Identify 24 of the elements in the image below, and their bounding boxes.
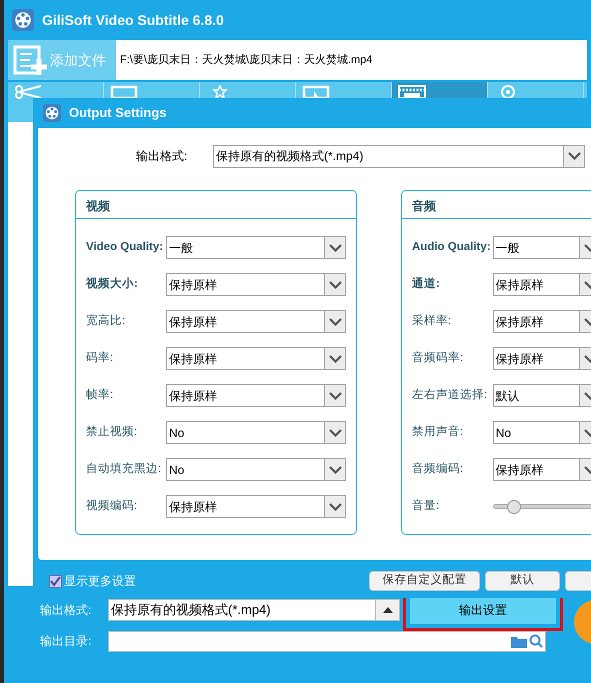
field-label: 采样率: — [412, 314, 452, 329]
field-label: 通道: — [412, 276, 441, 292]
field-label: 音量: — [412, 498, 440, 514]
field-label: 音频编码: — [412, 461, 464, 477]
field-label: 禁用声音: — [412, 424, 464, 440]
field-label: 码率: — [86, 350, 114, 366]
field-label: 宽高比: — [86, 313, 126, 329]
field-label: 音频码率: — [412, 350, 464, 366]
field-label: 输出目录: — [39, 633, 92, 650]
file-path: F:\要\庞贝末日：天火焚城\庞贝末日：天火焚城.mp4 — [120, 52, 372, 68]
field-label: 输出格式: — [39, 602, 92, 619]
field-label: 视频大小: — [86, 276, 139, 292]
group-title: 视频 — [76, 191, 356, 219]
dialog-title: Output Settings — [69, 104, 166, 122]
field-label: 视频编码: — [86, 498, 138, 514]
group-title: 音频 — [402, 191, 591, 219]
field-label: 帧率: — [86, 388, 114, 403]
field-label: 输出格式: — [135, 148, 188, 165]
window-title: GiliSoft Video Subtitle 6.8.0 — [42, 10, 224, 30]
field-label: Video Quality: — [86, 240, 164, 255]
field-label: 自动填充黑边: — [86, 461, 162, 477]
field-label: 左右声道选择: — [412, 388, 488, 403]
field-label: Audio Quality: — [412, 240, 492, 255]
field-label: 禁止视频: — [86, 424, 138, 440]
